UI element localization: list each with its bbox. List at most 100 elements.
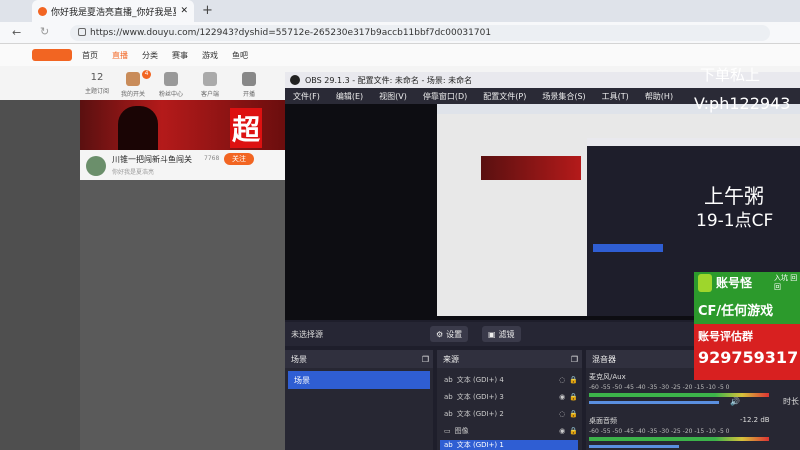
ad-games: CF/任何游戏: [698, 304, 774, 319]
nav-events[interactable]: 赛事: [172, 50, 188, 61]
sub-broadcast[interactable]: 开播: [234, 72, 264, 98]
sub-client[interactable]: 客户端: [195, 72, 225, 98]
nav-fishbar[interactable]: 鱼吧: [232, 50, 248, 61]
nested-obs-title: [587, 138, 800, 146]
menu-scene-collection[interactable]: 场景集合(S): [542, 91, 585, 102]
eye-icon[interactable]: ◉: [559, 393, 565, 401]
source-item[interactable]: ab 文本 (GDI+) 2 ◌ 🔒: [440, 406, 578, 422]
extra-label: 时长: [783, 397, 799, 406]
sub-subscribe[interactable]: 12 主题订阅: [82, 72, 112, 95]
menu-edit[interactable]: 编辑(E): [336, 91, 363, 102]
follow-button[interactable]: 关注: [224, 153, 254, 165]
sub-label: 主题订阅: [84, 88, 109, 95]
filter-button[interactable]: ▣ 滤镜: [482, 326, 521, 342]
scenes-title: 场景: [291, 354, 307, 364]
menu-view[interactable]: 视图(V): [379, 91, 407, 102]
source-item[interactable]: ab 文本 (GDI+) 4 ◌ 🔒: [440, 372, 578, 388]
menu-file[interactable]: 文件(F): [293, 91, 320, 102]
dropdown-icon: [203, 72, 217, 86]
text-icon: ab: [444, 410, 453, 418]
ad-panel-red: 账号评估群 929759317: [694, 324, 800, 380]
date-number: 12: [90, 72, 104, 83]
browser-tab[interactable]: 你好我是夏浩亮直播_你好我是夏浩 ✕: [32, 0, 194, 22]
image-icon: ▭: [444, 427, 451, 435]
shield-icon: [164, 72, 178, 86]
overlay-text-2: V:ph122943: [694, 94, 791, 113]
page-content-dimmed: [80, 180, 285, 450]
source-item[interactable]: ▭ 图像 ◉ 🔒: [440, 423, 578, 439]
source-item[interactable]: ab 文本 (GDI+) 3 ◉ 🔒: [440, 389, 578, 405]
avatar[interactable]: [86, 156, 106, 176]
meter-scale: -60 -55 -50 -45 -40 -35 -30 -25 -20 -15 …: [589, 428, 730, 435]
desktop-volume-slider[interactable]: [589, 445, 679, 448]
stream-banner[interactable]: 超: [80, 100, 285, 150]
sub-label: 我的开关: [120, 91, 145, 98]
sub-label: 粉丝中心: [158, 91, 183, 98]
nav-category[interactable]: 分类: [142, 50, 158, 61]
anchor-level: 7768: [204, 155, 220, 162]
anchor-name: 你好我是夏浩亮: [112, 169, 155, 176]
refresh-icon[interactable]: ↻: [40, 25, 49, 38]
text-icon: ab: [444, 376, 453, 384]
lock-icon[interactable]: 🔒: [569, 427, 578, 435]
source-label: 文本 (GDI+) 1: [456, 441, 504, 449]
anchor-info: 川锥一把闯新斗鱼闯关 你好我是夏浩亮 7768 关注: [80, 150, 285, 180]
lock-icon[interactable]: 🔒: [569, 376, 578, 384]
settings-label: 设置: [446, 329, 463, 339]
menu-help[interactable]: 帮助(H): [645, 91, 673, 102]
lock-icon[interactable]: 🔒: [569, 393, 578, 401]
notification-badge: 4: [142, 70, 151, 79]
desktop-audio-label: 桌面音频: [589, 417, 617, 425]
mic-meter: [589, 393, 769, 397]
close-icon[interactable]: ✕: [180, 6, 188, 16]
new-tab-button[interactable]: +: [202, 3, 213, 18]
dock-float-icon[interactable]: ❐: [571, 355, 578, 364]
douyu-favicon-icon: [38, 6, 47, 16]
no-source-label: 未选择源: [291, 330, 323, 339]
anchor-title: 川锥一把闯新斗鱼闯关: [112, 155, 192, 164]
eye-hidden-icon[interactable]: ◌: [559, 410, 565, 418]
sub-label: 客户端: [200, 91, 219, 98]
menu-profile[interactable]: 配置文件(P): [483, 91, 526, 102]
nested-scene-item: [593, 244, 663, 252]
dock-float-icon[interactable]: ❐: [422, 355, 429, 364]
nav-home[interactable]: 首页: [82, 50, 98, 61]
ad-qq: 929759317: [698, 348, 799, 367]
menu-tools[interactable]: 工具(T): [602, 91, 629, 102]
banner-text: 超: [230, 108, 263, 148]
eye-hidden-icon[interactable]: ◌: [559, 376, 565, 384]
banner-figure: [118, 106, 158, 150]
url-input[interactable]: https://www.douyu.com/122943?dyshid=5571…: [70, 25, 770, 41]
nested-banner: [481, 156, 581, 180]
eye-icon[interactable]: ◉: [559, 427, 565, 435]
source-label: 文本 (GDI+) 3: [456, 393, 504, 401]
overlay-text-4: 19-1点CF: [696, 211, 774, 231]
douyu-nav: 首页 直播 分类 赛事 游戏 鱼吧: [0, 44, 800, 66]
mic-volume-slider[interactable]: [589, 401, 719, 404]
lock-icon[interactable]: 🔒: [569, 410, 578, 418]
obs-logo-icon: [290, 75, 300, 85]
sources-header: 来源 ❐: [437, 350, 582, 368]
scene-item[interactable]: 场景: [288, 371, 430, 389]
speaker-icon[interactable]: 🔊: [730, 397, 740, 406]
overlay-text-1: 下单私上: [700, 66, 761, 84]
nav-live[interactable]: 直播: [112, 50, 128, 61]
menu-docks[interactable]: 停靠窗口(D): [423, 91, 467, 102]
mic-label: 麦克风/Aux: [589, 373, 626, 381]
back-icon[interactable]: ←: [12, 26, 21, 39]
desktop-db: -12.2 dB: [740, 416, 770, 424]
settings-button[interactable]: ⚙ 设置: [430, 326, 469, 342]
filter-label: 滤镜: [498, 329, 515, 339]
overlay-text-3: 上午粥: [704, 184, 764, 208]
ad-title: 账号怪: [716, 276, 753, 290]
lock-figure-icon: [698, 274, 712, 292]
source-label: 文本 (GDI+) 2: [456, 410, 504, 418]
nav-games[interactable]: 游戏: [202, 50, 218, 61]
sources-title: 来源: [443, 354, 459, 364]
douyu-logo-icon[interactable]: [32, 49, 72, 61]
scenes-header: 场景 ❐: [285, 350, 433, 368]
source-item-selected[interactable]: ab 文本 (GDI+) 1: [440, 440, 578, 450]
sub-fans[interactable]: 粉丝中心: [156, 72, 186, 98]
site-info-icon[interactable]: [78, 28, 86, 36]
sub-label: 开播: [242, 91, 255, 98]
